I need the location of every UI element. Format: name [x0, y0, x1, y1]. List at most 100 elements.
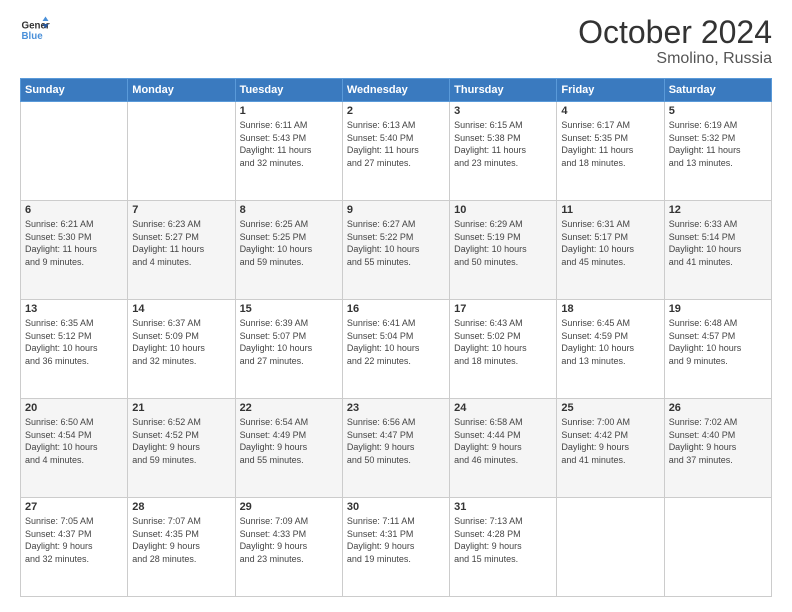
cell-info-13: Sunrise: 6:35 AM Sunset: 5:12 PM Dayligh…	[25, 317, 123, 367]
cell-info-14: Sunrise: 6:37 AM Sunset: 5:09 PM Dayligh…	[132, 317, 230, 367]
col-tuesday: Tuesday	[235, 79, 342, 102]
day-number-2: 2	[347, 105, 445, 117]
cell-w5-d7	[664, 498, 771, 597]
day-number-23: 23	[347, 402, 445, 414]
cell-info-4: Sunrise: 6:17 AM Sunset: 5:35 PM Dayligh…	[561, 119, 659, 169]
calendar-table: Sunday Monday Tuesday Wednesday Thursday…	[20, 78, 772, 597]
day-number-28: 28	[132, 501, 230, 513]
day-number-26: 26	[669, 402, 767, 414]
cell-w3-d5: 17 Sunrise: 6:43 AM Sunset: 5:02 PM Dayli…	[450, 300, 557, 399]
cell-info-19: Sunrise: 6:48 AM Sunset: 4:57 PM Dayligh…	[669, 317, 767, 367]
cell-w5-d5: 31Sunrise: 7:13 AM Sunset: 4:28 PM Dayli…	[450, 498, 557, 597]
cell-info-10: Sunrise: 6:29 AM Sunset: 5:19 PM Dayligh…	[454, 218, 552, 268]
day-number-17: 17	[454, 303, 552, 315]
cell-w5-d1: 27Sunrise: 7:05 AM Sunset: 4:37 PM Dayli…	[21, 498, 128, 597]
col-friday: Friday	[557, 79, 664, 102]
day-number-16: 16	[347, 303, 445, 315]
logo-icon: General Blue	[20, 15, 50, 45]
day-number-15: 15	[240, 303, 338, 315]
cell-w4-d5: 24 Sunrise: 6:58 AM Sunset: 4:44 PM Dayli…	[450, 399, 557, 498]
cell-w1-d3: 1Sunrise: 6:11 AM Sunset: 5:43 PM Daylig…	[235, 102, 342, 201]
cell-info-26: Sunrise: 7:02 AM Sunset: 4:40 PM Dayligh…	[669, 416, 767, 466]
week-row-3: 13 Sunrise: 6:35 AM Sunset: 5:12 PM Dayli…	[21, 300, 772, 399]
cell-w2-d3: 8Sunrise: 6:25 AM Sunset: 5:25 PM Daylig…	[235, 201, 342, 300]
cell-w1-d4: 2 Sunrise: 6:13 AM Sunset: 5:40 PM Daylig…	[342, 102, 449, 201]
cell-w4-d6: 25Sunrise: 7:00 AM Sunset: 4:42 PM Dayli…	[557, 399, 664, 498]
cell-w1-d5: 3 Sunrise: 6:15 AM Sunset: 5:38 PM Daylig…	[450, 102, 557, 201]
cell-w2-d6: 11Sunrise: 6:31 AM Sunset: 5:17 PM Dayli…	[557, 201, 664, 300]
day-number-10: 10	[454, 204, 552, 216]
cell-info-30: Sunrise: 7:11 AM Sunset: 4:31 PM Dayligh…	[347, 515, 445, 565]
week-row-2: 6 Sunrise: 6:21 AM Sunset: 5:30 PM Daylig…	[21, 201, 772, 300]
cell-w1-d7: 5 Sunrise: 6:19 AM Sunset: 5:32 PM Daylig…	[664, 102, 771, 201]
cell-w5-d2: 28Sunrise: 7:07 AM Sunset: 4:35 PM Dayli…	[128, 498, 235, 597]
cell-info-18: Sunrise: 6:45 AM Sunset: 4:59 PM Dayligh…	[561, 317, 659, 367]
cell-info-6: Sunrise: 6:21 AM Sunset: 5:30 PM Dayligh…	[25, 218, 123, 268]
col-saturday: Saturday	[664, 79, 771, 102]
header-row: Sunday Monday Tuesday Wednesday Thursday…	[21, 79, 772, 102]
day-number-5: 5	[669, 105, 767, 117]
col-sunday: Sunday	[21, 79, 128, 102]
day-number-25: 25	[561, 402, 659, 414]
day-number-3: 3	[454, 105, 552, 117]
cell-info-17: Sunrise: 6:43 AM Sunset: 5:02 PM Dayligh…	[454, 317, 552, 367]
day-number-20: 20	[25, 402, 123, 414]
cell-info-3: Sunrise: 6:15 AM Sunset: 5:38 PM Dayligh…	[454, 119, 552, 169]
cell-info-1: Sunrise: 6:11 AM Sunset: 5:43 PM Dayligh…	[240, 119, 338, 169]
cell-info-12: Sunrise: 6:33 AM Sunset: 5:14 PM Dayligh…	[669, 218, 767, 268]
cell-info-5: Sunrise: 6:19 AM Sunset: 5:32 PM Dayligh…	[669, 119, 767, 169]
day-number-7: 7	[132, 204, 230, 216]
page: General Blue October 2024 Smolino, Russi…	[0, 0, 792, 612]
day-number-24: 24	[454, 402, 552, 414]
header: General Blue October 2024 Smolino, Russi…	[20, 15, 772, 68]
cell-w3-d3: 15Sunrise: 6:39 AM Sunset: 5:07 PM Dayli…	[235, 300, 342, 399]
logo: General Blue	[20, 15, 50, 45]
cell-info-2: Sunrise: 6:13 AM Sunset: 5:40 PM Dayligh…	[347, 119, 445, 169]
cell-w4-d7: 26 Sunrise: 7:02 AM Sunset: 4:40 PM Dayli…	[664, 399, 771, 498]
week-row-1: 1Sunrise: 6:11 AM Sunset: 5:43 PM Daylig…	[21, 102, 772, 201]
cell-info-11: Sunrise: 6:31 AM Sunset: 5:17 PM Dayligh…	[561, 218, 659, 268]
day-number-21: 21	[132, 402, 230, 414]
cell-info-9: Sunrise: 6:27 AM Sunset: 5:22 PM Dayligh…	[347, 218, 445, 268]
cell-w4-d3: 22Sunrise: 6:54 AM Sunset: 4:49 PM Dayli…	[235, 399, 342, 498]
cell-info-27: Sunrise: 7:05 AM Sunset: 4:37 PM Dayligh…	[25, 515, 123, 565]
cell-w1-d6: 4 Sunrise: 6:17 AM Sunset: 5:35 PM Daylig…	[557, 102, 664, 201]
col-monday: Monday	[128, 79, 235, 102]
cell-w4-d1: 20 Sunrise: 6:50 AM Sunset: 4:54 PM Dayli…	[21, 399, 128, 498]
week-row-5: 27Sunrise: 7:05 AM Sunset: 4:37 PM Dayli…	[21, 498, 772, 597]
day-number-13: 13	[25, 303, 123, 315]
cell-w5-d6	[557, 498, 664, 597]
cell-info-22: Sunrise: 6:54 AM Sunset: 4:49 PM Dayligh…	[240, 416, 338, 466]
cell-w1-d1	[21, 102, 128, 201]
cell-w3-d4: 16 Sunrise: 6:41 AM Sunset: 5:04 PM Dayli…	[342, 300, 449, 399]
cell-info-29: Sunrise: 7:09 AM Sunset: 4:33 PM Dayligh…	[240, 515, 338, 565]
cell-w3-d1: 13 Sunrise: 6:35 AM Sunset: 5:12 PM Dayli…	[21, 300, 128, 399]
cell-w3-d2: 14Sunrise: 6:37 AM Sunset: 5:09 PM Dayli…	[128, 300, 235, 399]
cell-info-24: Sunrise: 6:58 AM Sunset: 4:44 PM Dayligh…	[454, 416, 552, 466]
cell-w3-d7: 19 Sunrise: 6:48 AM Sunset: 4:57 PM Dayli…	[664, 300, 771, 399]
cell-w4-d4: 23Sunrise: 6:56 AM Sunset: 4:47 PM Dayli…	[342, 399, 449, 498]
day-number-9: 9	[347, 204, 445, 216]
title-block: October 2024 Smolino, Russia	[578, 15, 772, 68]
col-wednesday: Wednesday	[342, 79, 449, 102]
cell-info-8: Sunrise: 6:25 AM Sunset: 5:25 PM Dayligh…	[240, 218, 338, 268]
week-row-4: 20 Sunrise: 6:50 AM Sunset: 4:54 PM Dayli…	[21, 399, 772, 498]
day-number-18: 18	[561, 303, 659, 315]
cell-w2-d1: 6 Sunrise: 6:21 AM Sunset: 5:30 PM Daylig…	[21, 201, 128, 300]
cell-info-16: Sunrise: 6:41 AM Sunset: 5:04 PM Dayligh…	[347, 317, 445, 367]
cell-w3-d6: 18 Sunrise: 6:45 AM Sunset: 4:59 PM Dayli…	[557, 300, 664, 399]
cell-w2-d7: 12Sunrise: 6:33 AM Sunset: 5:14 PM Dayli…	[664, 201, 771, 300]
day-number-19: 19	[669, 303, 767, 315]
col-thursday: Thursday	[450, 79, 557, 102]
day-number-4: 4	[561, 105, 659, 117]
day-number-30: 30	[347, 501, 445, 513]
cell-info-31: Sunrise: 7:13 AM Sunset: 4:28 PM Dayligh…	[454, 515, 552, 565]
day-number-6: 6	[25, 204, 123, 216]
month-title: October 2024	[578, 15, 772, 50]
cell-info-7: Sunrise: 6:23 AM Sunset: 5:27 PM Dayligh…	[132, 218, 230, 268]
cell-w2-d4: 9 Sunrise: 6:27 AM Sunset: 5:22 PM Daylig…	[342, 201, 449, 300]
cell-w5-d3: 29Sunrise: 7:09 AM Sunset: 4:33 PM Dayli…	[235, 498, 342, 597]
cell-w1-d2	[128, 102, 235, 201]
cell-info-20: Sunrise: 6:50 AM Sunset: 4:54 PM Dayligh…	[25, 416, 123, 466]
cell-w2-d2: 7 Sunrise: 6:23 AM Sunset: 5:27 PM Daylig…	[128, 201, 235, 300]
